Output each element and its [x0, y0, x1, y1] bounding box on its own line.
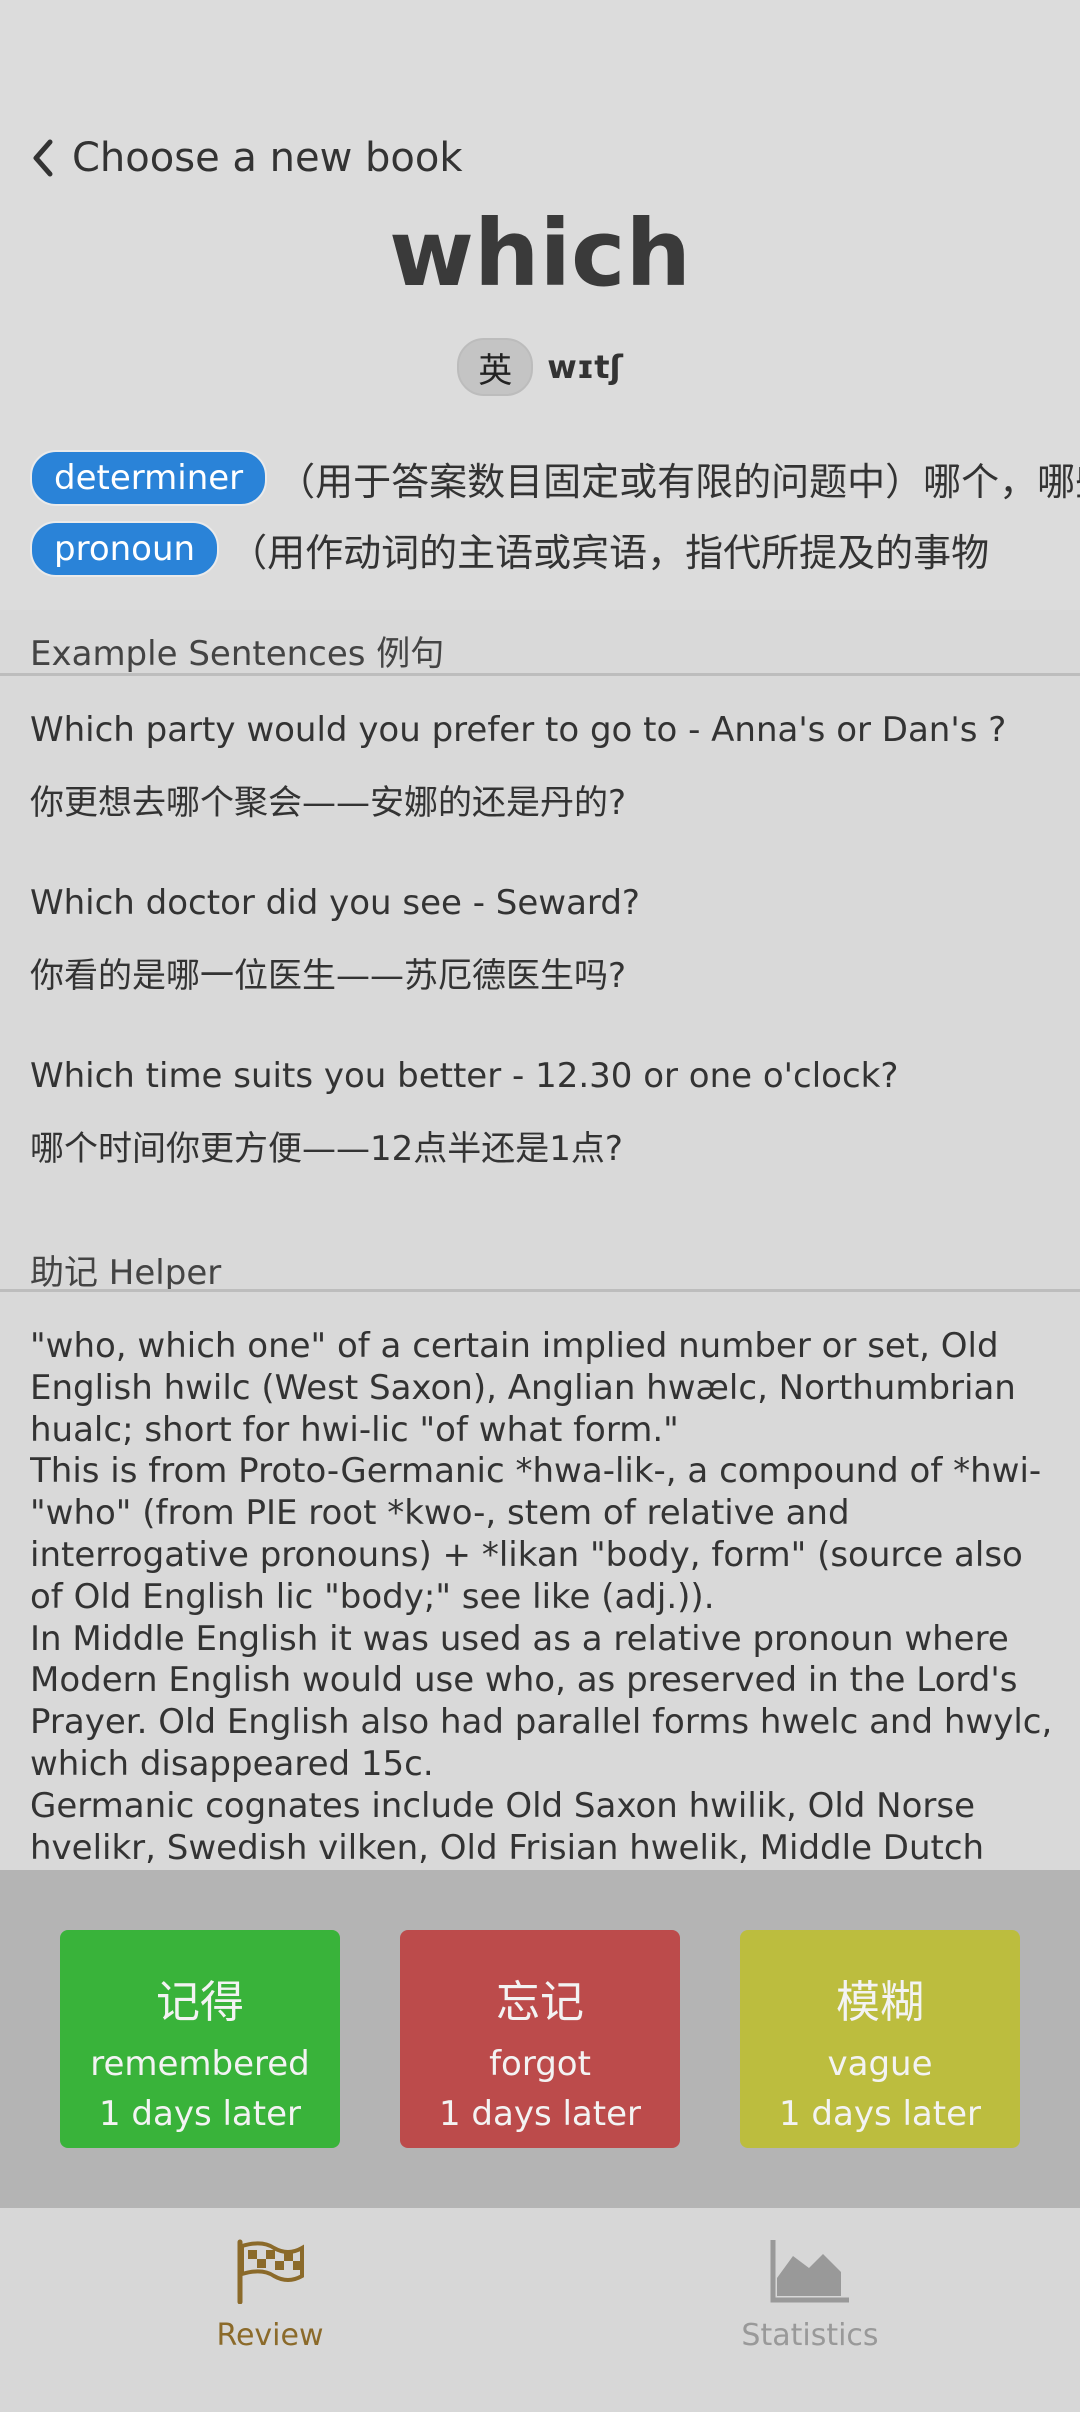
definition-row: determiner （用于答案数目固定或有限的问题中）哪个，哪些: [30, 447, 1080, 509]
bottom-nav: Review Statistics: [0, 2208, 1080, 2412]
phonetic-text: wɪtʃ: [547, 348, 623, 386]
example-sentence-en: Which doctor did you see - Seward?: [30, 883, 640, 923]
nav-tab-statistics[interactable]: Statistics: [660, 2238, 960, 2353]
pos-tag-pronoun: pronoun: [30, 521, 220, 577]
example-sentence-en: Which party would you prefer to go to - …: [30, 710, 1007, 750]
pos-tag-determiner: determiner: [30, 450, 268, 506]
area-chart-icon: [770, 2240, 849, 2303]
definition-row: pronoun （用作动词的主语或宾语，指代所提及的事物: [30, 518, 1080, 580]
pronunciation-play-button[interactable]: 英: [457, 338, 534, 396]
back-button[interactable]: Choose a new book: [28, 130, 463, 186]
helper-paragraph: Germanic cognates include Old Saxon hwil…: [30, 1785, 985, 1866]
button-label-en: forgot: [489, 2044, 591, 2084]
definition-text: （用作动词的主语或宾语，指代所提及的事物: [229, 530, 990, 575]
button-interval: 1 days later: [438, 2094, 641, 2134]
nav-tab-review[interactable]: Review: [120, 2238, 420, 2353]
back-label: Choose a new book: [72, 135, 463, 181]
helper-text: "who, which one" of a certain implied nu…: [30, 1326, 1060, 1866]
button-label-zh: 模糊: [836, 1977, 924, 2028]
section-divider: [0, 673, 1080, 676]
button-label-en: vague: [827, 2044, 933, 2084]
remembered-button[interactable]: 记得 remembered 1 days later: [60, 1930, 340, 2148]
button-label-zh: 记得: [156, 1977, 244, 2028]
pronunciation: 英 wɪtʃ: [0, 338, 1080, 396]
button-label-en: remembered: [90, 2044, 310, 2084]
example-sentence-zh: 你看的是哪一位医生——苏厄德医生吗?: [30, 956, 627, 996]
example-sentence-en: Which time suits you better - 12.30 or o…: [30, 1056, 899, 1096]
button-interval: 1 days later: [778, 2094, 981, 2134]
word-title: which: [388, 200, 692, 307]
button-label-zh: 忘记: [496, 1977, 584, 2028]
helper-paragraph: "who, which one" of a certain implied nu…: [30, 1326, 1016, 1450]
example-sentence-zh: 你更想去哪个聚会——安娜的还是丹的?: [30, 783, 627, 823]
helper-paragraph: In Middle English it was used as a relat…: [30, 1618, 1053, 1784]
examples-section-title: Example Sentences 例句: [30, 634, 445, 674]
forgot-button[interactable]: 忘记 forgot 1 days later: [400, 1930, 680, 2148]
checkered-flag-icon: [237, 2239, 304, 2305]
review-actions: 记得 remembered 1 days later 忘记 forgot 1 d…: [0, 1870, 1080, 2208]
nav-label: Review: [216, 2318, 324, 2353]
vague-button[interactable]: 模糊 vague 1 days later: [740, 1930, 1020, 2148]
section-divider: [0, 1289, 1080, 1292]
nav-label: Statistics: [741, 2318, 879, 2353]
chevron-left-icon: [33, 139, 53, 177]
button-interval: 1 days later: [98, 2094, 301, 2134]
helper-section-title: 助记 Helper: [30, 1253, 222, 1293]
helper-paragraph: This is from Proto-Germanic *hwa-lik-, a…: [30, 1451, 1042, 1617]
example-sentence-zh: 哪个时间你更方便——12点半还是1点?: [30, 1129, 623, 1169]
definition-text: （用于答案数目固定或有限的问题中）哪个，哪些: [277, 459, 1080, 504]
